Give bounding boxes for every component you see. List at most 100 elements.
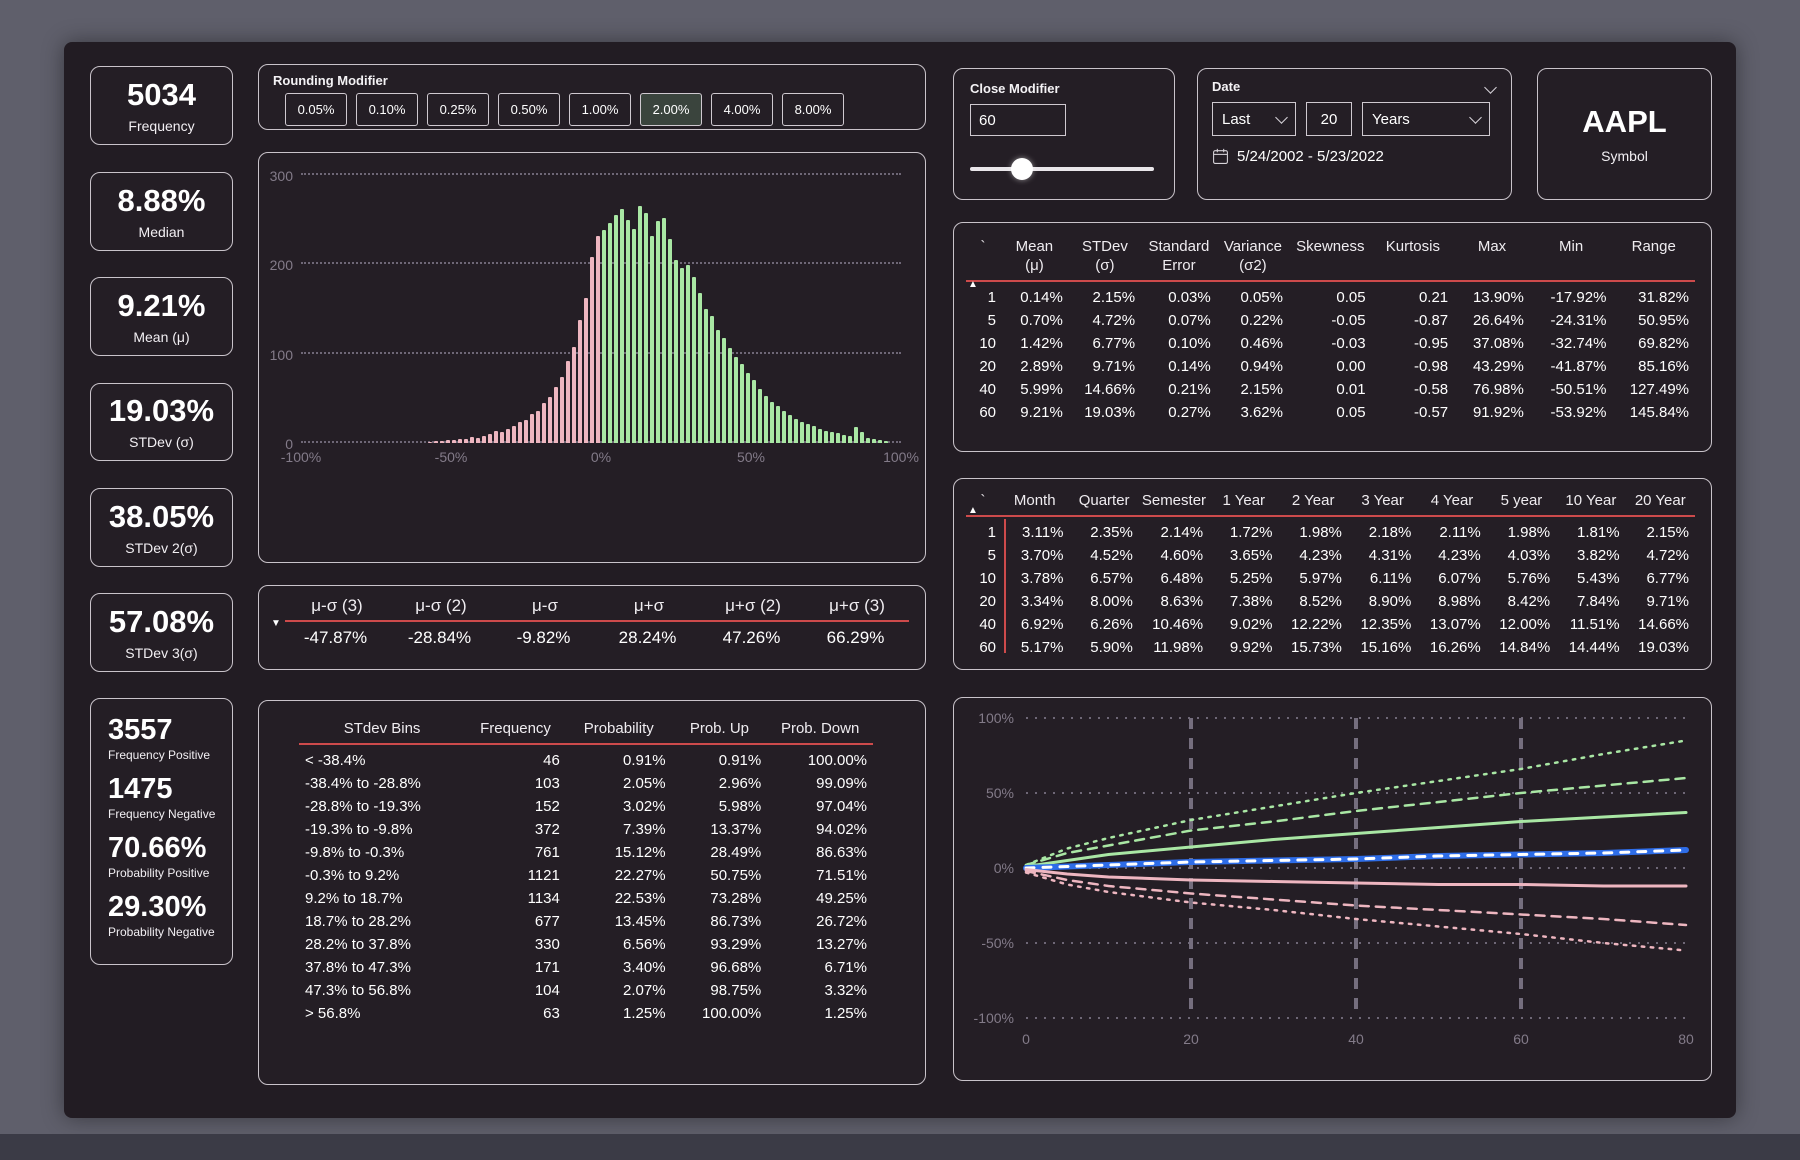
rounding-option-0.50%[interactable]: 0.50% — [498, 93, 560, 126]
table-cell: 127.49% — [1612, 378, 1695, 401]
table-cell: 3.62% — [1217, 401, 1289, 424]
table-cell: 37.08% — [1454, 332, 1530, 355]
column-header[interactable]: Prob. Down — [767, 717, 873, 740]
histogram-y-tick: 300 — [270, 168, 293, 184]
row-label: 5 — [966, 544, 1000, 567]
table-cell: 4.60% — [1139, 544, 1209, 567]
column-header[interactable]: Standard Error — [1141, 235, 1217, 277]
kpi-label: STDev (σ) — [129, 434, 194, 450]
table-corner-header[interactable]: ` — [966, 235, 1000, 277]
column-header[interactable]: 10 Year — [1556, 489, 1625, 512]
table-cell: -0.95 — [1372, 332, 1455, 355]
table-cell: 1.98% — [1278, 521, 1347, 544]
column-header[interactable]: Range — [1612, 235, 1695, 277]
table-cell: 43.29% — [1454, 355, 1530, 378]
rounding-option-8.00%[interactable]: 8.00% — [782, 93, 844, 126]
column-header[interactable]: Max — [1454, 235, 1530, 277]
frequency-positive-label: Frequency Positive — [108, 748, 232, 762]
table-cell: 0.21 — [1372, 286, 1455, 309]
table-cell: -32.74% — [1530, 332, 1613, 355]
table-cell: 0.07% — [1141, 309, 1217, 332]
column-header[interactable]: 2 Year — [1278, 489, 1347, 512]
date-unit-select[interactable]: Years — [1362, 102, 1490, 136]
sort-descending-icon[interactable]: ▼ — [271, 618, 281, 629]
column-header[interactable]: Probability — [566, 717, 672, 740]
column-header[interactable]: 4 Year — [1417, 489, 1486, 512]
symbol-label: Symbol — [1601, 148, 1648, 164]
table-cell: 9.71% — [1626, 590, 1695, 613]
slider-track[interactable] — [970, 167, 1154, 171]
projection-x-tick: 20 — [1183, 1031, 1199, 1047]
close-modifier-slider[interactable] — [970, 158, 1158, 180]
table-cell: 3.65% — [1209, 544, 1278, 567]
rounding-option-0.05%[interactable]: 0.05% — [285, 93, 347, 126]
column-header[interactable]: μ-σ (3) — [285, 594, 389, 617]
histogram-card: 0100200300 -100%-50%0%50%100% — [258, 152, 926, 563]
column-header[interactable]: Kurtosis — [1372, 235, 1455, 277]
column-header[interactable]: μ+σ (3) — [805, 594, 909, 617]
column-header[interactable]: Min — [1530, 235, 1613, 277]
column-header[interactable]: STDev (σ) — [1069, 235, 1141, 277]
table-cell: 0.21% — [1141, 378, 1217, 401]
symbol-card: AAPL Symbol — [1537, 68, 1712, 200]
column-header[interactable]: μ+σ — [597, 594, 701, 617]
column-header[interactable]: 3 Year — [1348, 489, 1417, 512]
table-cell: 97.04% — [767, 795, 873, 818]
table-cell: 63 — [465, 1002, 566, 1025]
table-cell: 85.16% — [1612, 355, 1695, 378]
histogram-bar — [614, 215, 618, 443]
table-cell: 2.15% — [1069, 286, 1141, 309]
table-cell: -0.3% to 9.2% — [299, 864, 465, 887]
table-cell: 26.72% — [767, 910, 873, 933]
frequency-positive-value: 3557 — [108, 715, 232, 746]
table-cell: 13.45% — [566, 910, 672, 933]
table-cell: 14.66% — [1069, 378, 1141, 401]
table-cell: 5.76% — [1487, 567, 1556, 590]
rounding-option-1.00%[interactable]: 1.00% — [569, 93, 631, 126]
projection-y-tick: 50% — [986, 785, 1014, 801]
table-cell: 1.81% — [1556, 521, 1625, 544]
histogram-bar — [446, 440, 450, 443]
column-header[interactable]: Semester — [1139, 489, 1209, 512]
column-header[interactable]: Prob. Up — [672, 717, 768, 740]
histogram-bar — [818, 429, 822, 443]
column-header[interactable]: μ-σ — [493, 594, 597, 617]
histogram-bin — [895, 175, 901, 443]
histogram-bar — [824, 431, 828, 444]
column-header[interactable]: μ+σ (2) — [701, 594, 805, 617]
column-header[interactable]: Skewness — [1289, 235, 1372, 277]
slider-thumb[interactable] — [1011, 158, 1033, 180]
column-header[interactable]: Month — [1000, 489, 1069, 512]
table-cell: 28.2% to 37.8% — [299, 933, 465, 956]
column-header[interactable]: 1 Year — [1209, 489, 1278, 512]
table-cell: -0.98 — [1372, 355, 1455, 378]
date-count-input[interactable] — [1306, 102, 1352, 136]
rounding-option-0.10%[interactable]: 0.10% — [356, 93, 418, 126]
date-range-value: 5/24/2002 - 5/23/2022 — [1237, 148, 1384, 165]
table-cell: 372 — [465, 818, 566, 841]
rounding-option-0.25%[interactable]: 0.25% — [427, 93, 489, 126]
column-header[interactable]: Quarter — [1069, 489, 1138, 512]
column-header[interactable]: 20 Year — [1626, 489, 1695, 512]
table-cell: 2.07% — [566, 979, 672, 1002]
histogram-bar — [704, 309, 708, 443]
close-modifier-input[interactable] — [970, 104, 1066, 136]
header-underline — [966, 280, 1695, 282]
column-header[interactable]: Variance (σ2) — [1217, 235, 1289, 277]
rounding-option-2.00%[interactable]: 2.00% — [640, 93, 702, 126]
column-header[interactable]: μ-σ (2) — [389, 594, 493, 617]
column-header[interactable]: STdev Bins — [299, 717, 465, 740]
table-cell: 5.98% — [672, 795, 768, 818]
column-header[interactable]: Mean (μ) — [1000, 235, 1069, 277]
sort-ascending-icon[interactable]: ▲ — [968, 279, 978, 290]
date-mode-select[interactable]: Last — [1212, 102, 1296, 136]
table-cell: 15.73% — [1278, 636, 1347, 659]
table-cell: 14.84% — [1487, 636, 1556, 659]
table-cell: 9.21% — [1000, 401, 1069, 424]
sort-ascending-icon[interactable]: ▲ — [968, 505, 978, 516]
rounding-option-4.00%[interactable]: 4.00% — [711, 93, 773, 126]
table-cell: 28.49% — [672, 841, 768, 864]
row-label: 5 — [966, 309, 1000, 332]
column-header[interactable]: 5 year — [1487, 489, 1556, 512]
column-header[interactable]: Frequency — [465, 717, 566, 740]
